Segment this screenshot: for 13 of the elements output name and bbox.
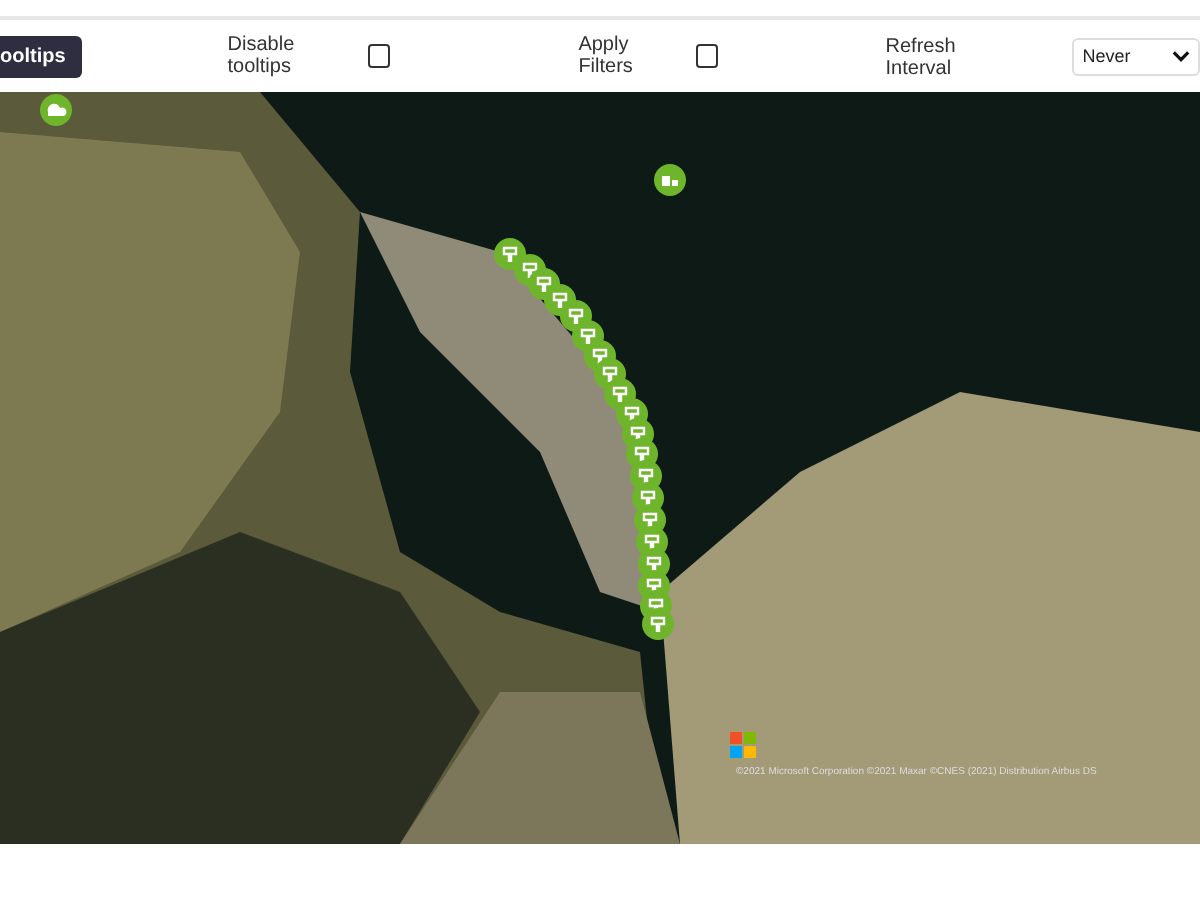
map-marker[interactable] xyxy=(40,94,72,126)
tooltips-button[interactable]: ooltips xyxy=(0,35,82,77)
map-marker[interactable] xyxy=(654,164,686,196)
caret-icon xyxy=(1172,50,1190,62)
checkbox-label: Disable tooltips xyxy=(227,34,297,78)
checkbox[interactable] xyxy=(368,44,391,68)
refresh-interval-label: Refresh Interval xyxy=(885,36,958,80)
windows-logo-icon xyxy=(730,732,756,758)
map-marker[interactable] xyxy=(642,608,674,640)
checkbox[interactable] xyxy=(695,44,718,68)
satellite-map-drawing[interactable] xyxy=(0,92,1200,844)
refresh-interval-select[interactable]: Never xyxy=(1072,37,1200,75)
checkbox-label: Apply Filters xyxy=(578,34,635,78)
